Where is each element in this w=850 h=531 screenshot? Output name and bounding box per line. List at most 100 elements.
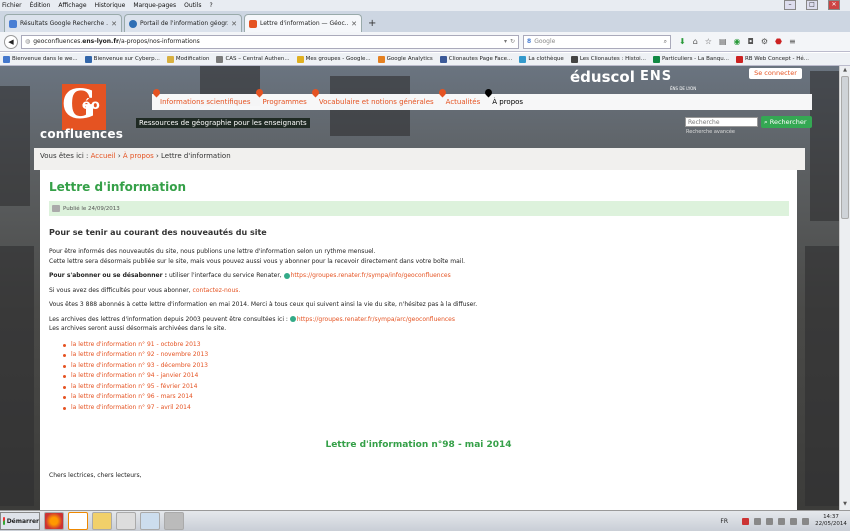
tray-icon[interactable] xyxy=(742,517,749,525)
nav-vocabulaire[interactable]: Vocabulaire et notions générales xyxy=(310,87,438,114)
bookmark-item[interactable]: Bienvenue sur Cyberp... xyxy=(84,55,160,63)
list-item[interactable]: la lettre d'information n° 97 - avril 20… xyxy=(63,403,788,414)
google-search-icon: 8 xyxy=(527,38,532,45)
login-button[interactable]: Se connecter xyxy=(749,68,802,79)
navigation-bar: ◀ ◍ geoconfluences.ens-lyon.fr/a-propos/… xyxy=(0,32,850,52)
menu-icon[interactable]: ≡ xyxy=(789,37,796,46)
bookmark-item[interactable]: La clothèque xyxy=(519,55,564,63)
nav-informations-scientifiques[interactable]: Informations scientifiques xyxy=(151,87,255,114)
published-bar: Publié le 24/09/2013 xyxy=(49,201,789,216)
renater-info-link[interactable]: https://groupes.renater.fr/sympa/info/ge… xyxy=(291,272,451,279)
bookmark-star-icon[interactable]: ☆ xyxy=(705,37,712,46)
camera-icon[interactable]: ◘ xyxy=(748,37,754,46)
tab-close-icon[interactable]: ✕ xyxy=(231,20,237,28)
reload-icon[interactable]: ↻ xyxy=(510,38,515,45)
tab-close-icon[interactable]: ✕ xyxy=(351,20,357,28)
tray-icon[interactable] xyxy=(766,517,773,525)
page-scrollbar[interactable]: ▲ ▼ xyxy=(839,66,850,510)
list-item[interactable]: la lettre d'information n° 95 - février … xyxy=(63,382,788,393)
geoconfluences-logo[interactable]: G éo confluences xyxy=(40,82,128,142)
toolbar-icons: ⬇ ⌂ ☆ ▤ ◉ ◘ ⚙ ⬣ ≡ xyxy=(679,37,796,46)
nav-programmes[interactable]: Programmes xyxy=(254,87,311,114)
page-title: Lettre d'information xyxy=(49,180,187,194)
abp-icon[interactable]: ⬣ xyxy=(775,37,782,46)
start-button[interactable]: Démarrer xyxy=(0,512,40,530)
tab-lettre-information[interactable]: Lettre d'information — Géoc... ✕ xyxy=(244,14,362,32)
menu-affichage[interactable]: Affichage xyxy=(58,2,86,9)
volume-icon[interactable] xyxy=(802,517,809,525)
list-item[interactable]: la lettre d'information n° 94 - janvier … xyxy=(63,371,788,382)
maximize-icon[interactable]: □ xyxy=(806,0,818,10)
menu-historique[interactable]: Historique xyxy=(95,2,126,9)
contacts-taskbar-icon[interactable] xyxy=(140,512,160,530)
newsletter-title: Lettre d'information n°98 - mai 2014 xyxy=(325,439,512,450)
site-search-button[interactable]: ⌕ Rechercher xyxy=(761,116,812,128)
tab-google-results[interactable]: Résultats Google Recherche ... ✕ xyxy=(4,14,122,32)
firefox-taskbar-icon[interactable] xyxy=(44,512,64,530)
dropdown-icon[interactable]: ▾ xyxy=(504,38,507,45)
language-indicator[interactable]: FR xyxy=(720,518,728,525)
sync-icon[interactable]: ⚙ xyxy=(761,37,768,46)
close-window-icon[interactable]: ✕ xyxy=(828,0,840,10)
bookmark-item[interactable]: Google Analytics xyxy=(377,55,433,63)
bookmark-item[interactable]: Clionautes Page Face... xyxy=(439,55,512,63)
scroll-down-icon[interactable]: ▼ xyxy=(841,501,849,509)
list-item[interactable]: la lettre d'information n° 96 - mars 201… xyxy=(63,392,788,403)
contact-link[interactable]: contactez-nous. xyxy=(193,287,241,294)
geoconfluences-favicon-icon xyxy=(249,19,257,28)
tab-portail-geo[interactable]: Portail de l'information géogr... ✕ xyxy=(124,14,242,32)
home-icon[interactable]: ⌂ xyxy=(693,37,698,46)
menu-marque-pages[interactable]: Marque-pages xyxy=(133,2,176,9)
menu-aide[interactable]: ? xyxy=(209,2,212,9)
bookmarks-list-icon[interactable]: ▤ xyxy=(719,37,727,46)
menu-outils[interactable]: Outils xyxy=(184,2,201,9)
addon-icon[interactable]: ◉ xyxy=(734,37,741,46)
new-tab-button[interactable]: + xyxy=(364,18,380,32)
media-player-taskbar-icon[interactable] xyxy=(68,512,88,530)
breadcrumb-accueil-link[interactable]: Accueil xyxy=(91,152,116,160)
scroll-up-icon[interactable]: ▲ xyxy=(841,67,849,75)
list-item[interactable]: la lettre d'information n° 91 - octobre … xyxy=(63,340,788,351)
nav-a-propos[interactable]: À propos xyxy=(483,87,527,114)
scrollbar-thumb[interactable] xyxy=(841,76,849,219)
list-item[interactable]: la lettre d'information n° 92 - novembre… xyxy=(63,350,788,361)
newsletter-list: la lettre d'information n° 91 - octobre … xyxy=(63,340,788,414)
app-taskbar-icon[interactable] xyxy=(116,512,136,530)
tray-icon[interactable] xyxy=(754,517,761,525)
tray-icon[interactable] xyxy=(790,517,797,525)
list-item[interactable]: la lettre d'information n° 93 - décembre… xyxy=(63,361,788,372)
tool-taskbar-icon[interactable] xyxy=(164,512,184,530)
external-link-icon xyxy=(289,316,296,322)
bookmark-item[interactable]: Modification xyxy=(166,55,209,63)
portail-favicon-icon xyxy=(129,19,137,28)
eduscol-logo[interactable]: éduscol xyxy=(570,68,635,86)
browser-search-bar[interactable]: 8 Google ⌕ xyxy=(523,34,671,49)
subscribers-paragraph: Vous êtes 3 888 abonnés à cette lettre d… xyxy=(49,301,478,308)
minimize-icon[interactable]: – xyxy=(784,0,796,10)
url-bar[interactable]: ◍ geoconfluences.ens-lyon.fr/a-propos/no… xyxy=(21,34,519,49)
folder-taskbar-icon[interactable] xyxy=(92,512,112,530)
nav-actualites[interactable]: Actualités xyxy=(437,87,485,114)
magnifier-icon[interactable]: ⌕ xyxy=(664,38,667,46)
bookmark-item[interactable]: Bienvenue dans le we... xyxy=(3,55,78,63)
bookmark-item[interactable]: Mes groupes - Google... xyxy=(296,55,371,63)
advanced-search-link[interactable]: Recherche avancée xyxy=(686,129,735,135)
download-icon[interactable]: ⬇ xyxy=(679,37,686,46)
renater-archives-link[interactable]: https://groupes.renater.fr/sympa/arc/geo… xyxy=(297,316,455,323)
menu-edition[interactable]: Édition xyxy=(30,2,51,9)
bookmark-item[interactable]: RB Web Concept - Hé... xyxy=(735,55,809,63)
menu-fichier[interactable]: Fichier xyxy=(2,2,22,9)
clock[interactable]: 14:37 22/05/2014 xyxy=(814,514,848,528)
back-button[interactable]: ◀ xyxy=(4,34,18,49)
main-navigation: Informations scientifiques Programmes Vo… xyxy=(151,87,527,114)
bookmark-item[interactable]: CAS – Central Authen... xyxy=(216,55,290,63)
breadcrumb-a-propos-link[interactable]: À propos xyxy=(123,152,154,160)
logo-confluences: confluences xyxy=(40,127,124,141)
bookmark-item[interactable]: Particuliers - La Banqu... xyxy=(652,55,729,63)
tab-label: Résultats Google Recherche ... xyxy=(20,20,109,27)
site-search-input[interactable]: Recherche xyxy=(685,117,758,127)
tray-icon[interactable] xyxy=(778,517,785,525)
tab-close-icon[interactable]: ✕ xyxy=(111,20,117,28)
calendar-icon xyxy=(52,205,60,212)
bookmark-item[interactable]: Les Clionautes : Histoi... xyxy=(570,55,646,63)
